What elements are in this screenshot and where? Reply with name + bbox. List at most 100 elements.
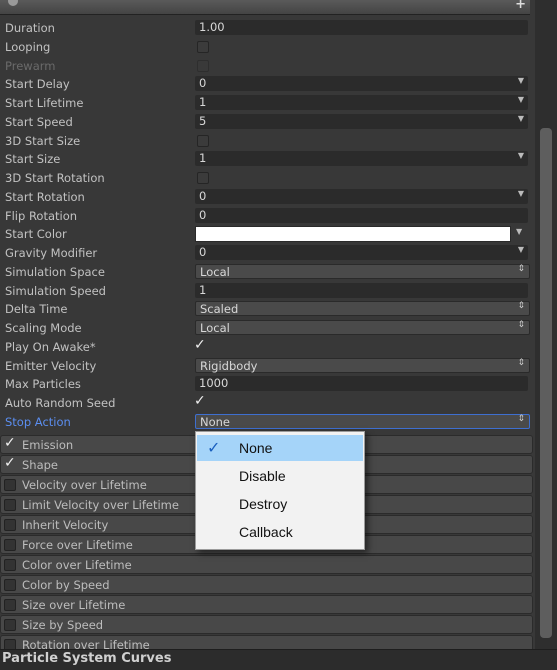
max-particles-field[interactable]: 1000 bbox=[195, 376, 528, 392]
component-icon bbox=[8, 0, 18, 6]
gravity-modifier-field[interactable]: 0 ▼ bbox=[195, 245, 528, 260]
flip-rotation-field[interactable]: 0 bbox=[195, 207, 528, 223]
start-size-field[interactable]: 1 ▼ bbox=[195, 151, 528, 167]
menu-item-callback[interactable]: Callback bbox=[197, 519, 363, 545]
menu-item-label: Destroy bbox=[239, 496, 288, 512]
start-lifetime-field[interactable]: 1 ▼ bbox=[195, 95, 528, 110]
emitter-velocity-popup[interactable]: Rigidbody ⇕ bbox=[195, 357, 530, 373]
updown-arrows-icon: ⇕ bbox=[517, 413, 525, 424]
menu-item-none[interactable]: ✓ None bbox=[197, 435, 363, 461]
check-icon[interactable]: ✓ bbox=[4, 435, 16, 451]
module-enable-checkbox[interactable] bbox=[4, 579, 16, 591]
module-size-by-speed[interactable]: Size by Speed bbox=[0, 615, 533, 634]
check-icon[interactable]: ✓ bbox=[194, 337, 206, 353]
3d-start-rotation-checkbox[interactable] bbox=[197, 172, 209, 184]
chevron-down-icon[interactable]: ▼ bbox=[518, 114, 524, 123]
field-value: None bbox=[200, 414, 231, 429]
module-enable-checkbox[interactable] bbox=[4, 599, 16, 611]
delta-time-popup[interactable]: Scaled ⇕ bbox=[195, 301, 530, 317]
module-enable-checkbox[interactable] bbox=[4, 479, 16, 491]
scrollbar-thumb[interactable] bbox=[540, 128, 552, 638]
property-row-duration: Duration 1.00 bbox=[0, 19, 530, 38]
check-icon[interactable]: ✓ bbox=[4, 455, 16, 471]
property-row-stop-action: Stop Action None ⇕ bbox=[0, 413, 530, 432]
property-label: Gravity Modifier bbox=[5, 246, 98, 260]
simulation-space-popup[interactable]: Local ⇕ bbox=[195, 263, 530, 279]
module-enable-checkbox[interactable] bbox=[4, 499, 16, 511]
field-value: 0 bbox=[199, 188, 207, 203]
curves-panel-header[interactable]: Particle System Curves bbox=[0, 649, 557, 670]
property-row-start-color: Start Color ▼ bbox=[0, 225, 530, 244]
module-label: Emission bbox=[22, 438, 74, 452]
chevron-down-icon[interactable]: ▼ bbox=[518, 76, 524, 85]
looping-checkbox[interactable] bbox=[197, 40, 209, 53]
menu-item-label: None bbox=[239, 440, 273, 456]
property-row-start-size: Start Size 1 ▼ bbox=[0, 150, 530, 169]
chevron-down-icon[interactable]: ▼ bbox=[518, 189, 524, 198]
property-label: Looping bbox=[5, 39, 51, 54]
module-enable-checkbox[interactable] bbox=[4, 539, 16, 551]
field-value: 0 bbox=[199, 245, 207, 259]
start-delay-field[interactable]: 0 ▼ bbox=[195, 76, 528, 92]
chevron-down-icon[interactable]: ▼ bbox=[518, 151, 524, 160]
3d-start-size-checkbox[interactable] bbox=[197, 134, 209, 147]
chevron-down-icon[interactable]: ▼ bbox=[518, 245, 524, 254]
module-label: Color over Lifetime bbox=[22, 558, 132, 572]
start-color-swatch[interactable] bbox=[195, 226, 511, 243]
field-value: Scaled bbox=[200, 302, 239, 317]
module-color-by-speed[interactable]: Color by Speed bbox=[0, 575, 533, 594]
property-label: Start Rotation bbox=[5, 189, 85, 204]
stop-action-popup[interactable]: None ⇕ bbox=[195, 413, 530, 429]
chevron-down-icon[interactable]: ▼ bbox=[518, 95, 524, 104]
simulation-speed-field[interactable]: 1 bbox=[195, 282, 528, 298]
updown-arrows-icon: ⇕ bbox=[517, 301, 525, 312]
start-speed-field[interactable]: 5 ▼ bbox=[195, 113, 528, 129]
module-label: Size over Lifetime bbox=[22, 598, 126, 612]
field-value: 1 bbox=[199, 95, 207, 109]
property-label: Start Speed bbox=[5, 114, 73, 129]
module-size-over-lifetime[interactable]: Size over Lifetime bbox=[0, 595, 533, 614]
property-row-gravity-modifier: Gravity Modifier 0 ▼ bbox=[0, 244, 530, 263]
property-row-simulation-space: Simulation Space Local ⇕ bbox=[0, 263, 530, 282]
property-label: Max Particles bbox=[5, 377, 81, 392]
property-row-start-rotation: Start Rotation 0 ▼ bbox=[0, 188, 530, 207]
field-value: 1 bbox=[199, 151, 207, 166]
property-row-max-particles: Max Particles 1000 bbox=[0, 375, 530, 394]
chevron-down-icon[interactable]: ▼ bbox=[516, 227, 522, 236]
property-row-scaling-mode: Scaling Mode Local ⇕ bbox=[0, 319, 530, 338]
curves-panel-title: Particle System Curves bbox=[2, 651, 172, 666]
menu-item-disable[interactable]: Disable bbox=[197, 463, 363, 489]
module-color-over-lifetime[interactable]: Color over Lifetime bbox=[0, 555, 533, 574]
property-row-emitter-velocity: Emitter Velocity Rigidbody ⇕ bbox=[0, 357, 530, 376]
property-label: Start Size bbox=[5, 152, 61, 167]
menu-item-destroy[interactable]: Destroy bbox=[197, 491, 363, 517]
start-rotation-field[interactable]: 0 ▼ bbox=[195, 188, 528, 204]
plus-icon[interactable]: + bbox=[515, 0, 526, 12]
module-enable-checkbox[interactable] bbox=[4, 519, 16, 531]
module-label: Velocity over Lifetime bbox=[22, 478, 147, 492]
property-label: Start Color bbox=[5, 227, 67, 242]
module-enable-checkbox[interactable] bbox=[4, 559, 16, 571]
property-row-start-lifetime: Start Lifetime 1 ▼ bbox=[0, 94, 530, 113]
property-label: Flip Rotation bbox=[5, 208, 78, 223]
property-row-auto-random-seed: Auto Random Seed ✓ bbox=[0, 393, 530, 413]
updown-arrows-icon: ⇕ bbox=[517, 357, 525, 368]
field-value: Local bbox=[200, 264, 230, 279]
property-label: Play On Awake* bbox=[5, 339, 96, 354]
duration-field[interactable]: 1.00 bbox=[195, 20, 528, 35]
module-enable-checkbox[interactable] bbox=[4, 619, 16, 631]
module-label: Force over Lifetime bbox=[22, 538, 133, 552]
check-icon[interactable]: ✓ bbox=[194, 393, 206, 409]
property-row-3d-start-rotation: 3D Start Rotation bbox=[0, 169, 530, 188]
module-label: Size by Speed bbox=[22, 618, 104, 632]
prewarm-checkbox bbox=[197, 59, 209, 72]
field-value: 0 bbox=[199, 76, 207, 91]
field-value: 5 bbox=[199, 113, 207, 128]
property-row-start-delay: Start Delay 0 ▼ bbox=[0, 75, 530, 94]
module-label: Limit Velocity over Lifetime bbox=[22, 498, 179, 512]
property-label: Start Lifetime bbox=[5, 96, 84, 110]
property-label: 3D Start Size bbox=[5, 133, 81, 148]
updown-arrows-icon: ⇕ bbox=[517, 320, 525, 330]
scaling-mode-popup[interactable]: Local ⇕ bbox=[195, 320, 530, 335]
component-header[interactable]: + bbox=[0, 0, 530, 15]
